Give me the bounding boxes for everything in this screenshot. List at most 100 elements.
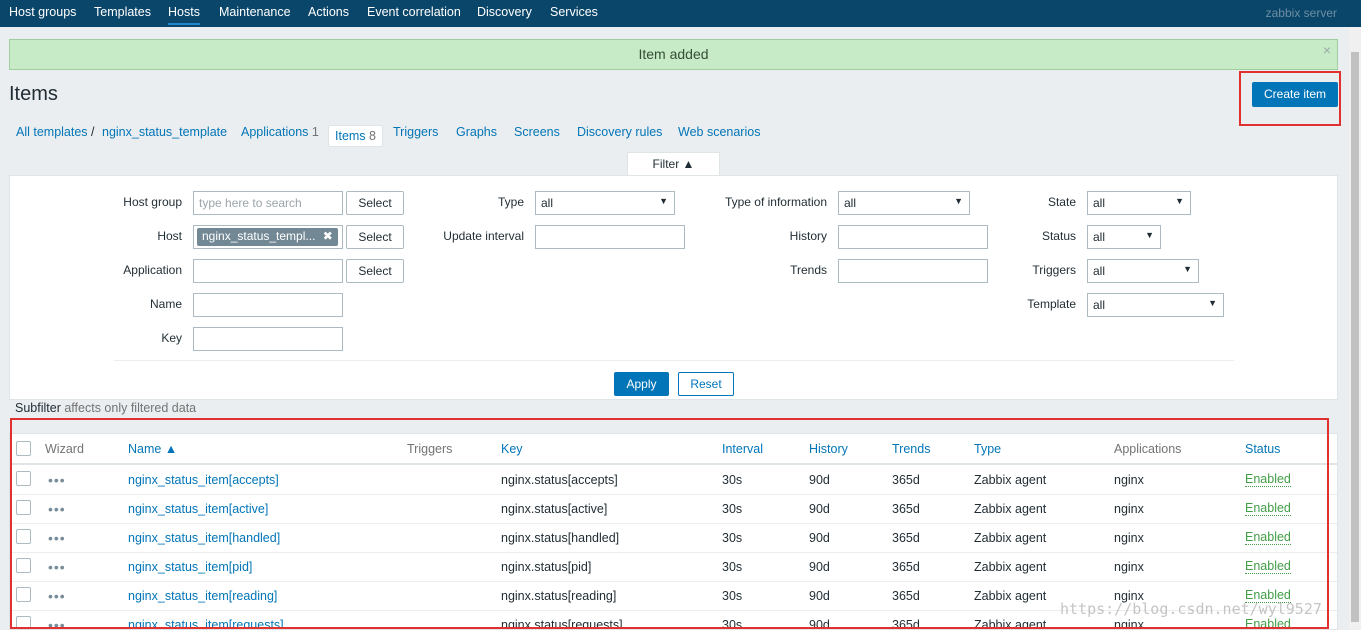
apply-button[interactable]: Apply [614,372,669,396]
filter-toggle[interactable]: Filter ▲ [627,152,720,176]
filter-divider [114,360,1234,361]
triggers-select[interactable]: all ▼ [1087,259,1199,283]
item-interval: 30s [722,473,743,487]
trends-input[interactable] [838,259,988,283]
row-checkbox[interactable] [16,558,31,573]
header-key[interactable]: Key [501,442,523,456]
tab-discovery-rules[interactable]: Discovery rules [577,125,662,139]
nav-discovery[interactable]: Discovery [477,5,532,19]
tab-graphs[interactable]: Graphs [456,125,497,139]
row-checkbox[interactable] [16,471,31,486]
item-type: Zabbix agent [974,589,1047,603]
item-key: nginx.status[active] [501,502,608,516]
dropdown-arrow-icon: ▼ [1175,196,1184,206]
key-input[interactable] [193,327,343,351]
key-label: Key [161,331,182,345]
dropdown-arrow-icon: ▼ [659,196,668,206]
wizard-menu-icon[interactable]: ••• [48,472,66,488]
item-type: Zabbix agent [974,502,1047,516]
item-name-link[interactable]: nginx_status_item[active] [128,502,268,516]
subfilter-note: affects only filtered data [64,401,197,415]
update-interval-input[interactable] [535,225,685,249]
update-interval-label: Update interval [443,229,524,243]
item-status-toggle[interactable]: Enabled [1245,473,1291,487]
row-checkbox[interactable] [16,529,31,544]
host-input[interactable]: nginx_status_templ... ✖ [193,225,343,249]
page-scrollbar[interactable] [1349,27,1361,630]
application-label: Application [123,263,182,277]
item-application: nginx [1114,531,1144,545]
nav-hosts[interactable]: Hosts [168,5,200,25]
header-type[interactable]: Type [974,442,1001,456]
select-all-checkbox[interactable] [16,441,31,456]
item-interval: 30s [722,618,743,630]
header-triggers: Triggers [407,442,453,456]
history-input[interactable] [838,225,988,249]
item-history: 90d [809,618,830,630]
scrollbar-thumb[interactable] [1351,52,1359,622]
item-status-toggle[interactable]: Enabled [1245,560,1291,574]
host-group-input[interactable]: type here to search [193,191,343,215]
header-status[interactable]: Status [1245,442,1280,456]
item-type: Zabbix agent [974,473,1047,487]
host-select-button[interactable]: Select [346,225,404,249]
host-group-label: Host group [123,195,182,209]
item-status-toggle[interactable]: Enabled [1245,531,1291,545]
name-input[interactable] [193,293,343,317]
status-select[interactable]: all ▼ [1087,225,1161,249]
type-of-information-select[interactable]: all ▼ [838,191,970,215]
row-checkbox[interactable] [16,616,31,629]
type-label: Type [497,195,524,209]
wizard-menu-icon[interactable]: ••• [48,588,66,604]
reset-button[interactable]: Reset [678,372,734,396]
template-select[interactable]: all ▼ [1087,293,1224,317]
tab-applications[interactable]: Applications 1 [241,125,319,139]
type-select[interactable]: all ▼ [535,191,675,215]
application-select-button[interactable]: Select [346,259,404,283]
item-name-link[interactable]: nginx_status_item[accepts] [128,473,279,487]
breadcrumb-all-templates[interactable]: All templates [16,125,88,139]
remove-icon[interactable]: ✖ [323,229,333,243]
close-icon[interactable]: × [1323,36,1331,65]
tab-screens[interactable]: Screens [514,125,560,139]
nav-actions[interactable]: Actions [308,5,349,19]
type-of-information-label: Type of information [724,195,827,209]
state-value: all [1093,196,1106,210]
row-checkbox[interactable] [16,587,31,602]
wizard-menu-icon[interactable]: ••• [48,559,66,575]
wizard-menu-icon[interactable]: ••• [48,501,66,517]
nav-event-correlation[interactable]: Event correlation [367,5,461,19]
table-header: Wizard Name ▲ Triggers Key Interval Hist… [10,434,1337,465]
item-type: Zabbix agent [974,560,1047,574]
wizard-menu-icon[interactable]: ••• [48,530,66,546]
header-trends[interactable]: Trends [892,442,930,456]
item-history: 90d [809,589,830,603]
tab-web-scenarios[interactable]: Web scenarios [678,125,760,139]
breadcrumb-template[interactable]: nginx_status_template [102,125,227,139]
item-name-link[interactable]: nginx_status_item[handled] [128,531,280,545]
row-checkbox[interactable] [16,500,31,515]
nav-templates[interactable]: Templates [94,5,151,19]
application-input[interactable] [193,259,343,283]
host-group-select-button[interactable]: Select [346,191,404,215]
item-name-link[interactable]: nginx_status_item[reading] [128,589,277,603]
nav-services[interactable]: Services [550,5,598,19]
wizard-menu-icon[interactable]: ••• [48,617,66,629]
dropdown-arrow-icon: ▼ [1145,230,1154,240]
tab-applications-count: 1 [311,125,319,139]
header-interval[interactable]: Interval [722,442,763,456]
header-name[interactable]: Name ▲ [128,442,177,456]
nav-host-groups[interactable]: Host groups [9,5,76,19]
nav-maintenance[interactable]: Maintenance [219,5,291,19]
item-status-toggle[interactable]: Enabled [1245,502,1291,516]
table-row: ••• nginx_status_item[active] nginx.stat… [10,495,1337,524]
tab-triggers[interactable]: Triggers [393,125,438,139]
item-interval: 30s [722,502,743,516]
item-name-link[interactable]: nginx_status_item[requests] [128,618,284,629]
item-name-link[interactable]: nginx_status_item[pid] [128,560,252,574]
state-select[interactable]: all ▼ [1087,191,1191,215]
header-history[interactable]: History [809,442,848,456]
create-item-button[interactable]: Create item [1252,82,1338,107]
tab-items[interactable]: Items 8 [328,125,383,147]
item-status-toggle[interactable]: Enabled [1245,618,1291,630]
